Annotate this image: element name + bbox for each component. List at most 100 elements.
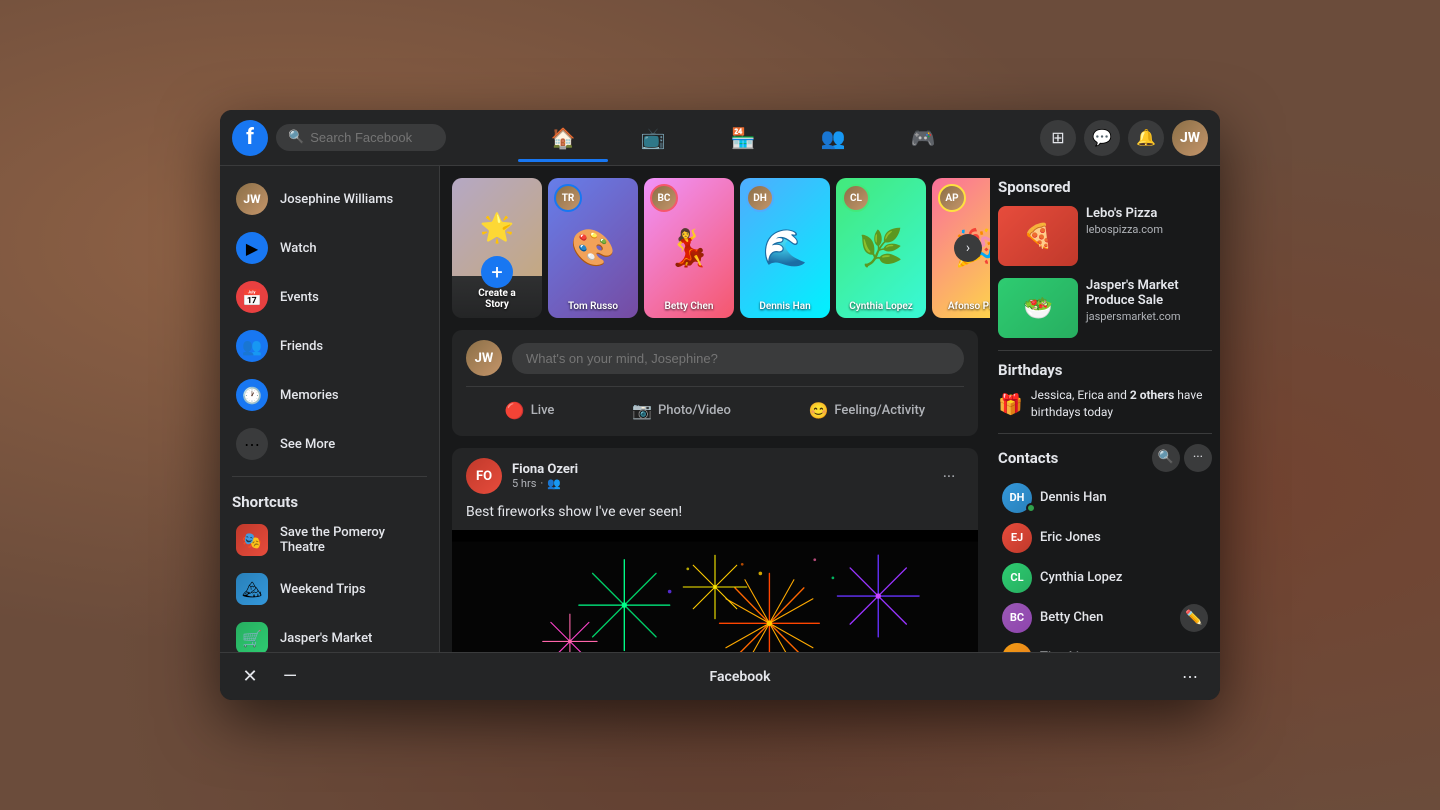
contact-eric-avatar: EJ xyxy=(1002,523,1032,553)
contact-cynthia-name: Cynthia Lopez xyxy=(1040,570,1122,585)
nav-watch[interactable]: 📺 xyxy=(608,114,698,162)
sidebar-friends-label: Friends xyxy=(280,339,323,354)
nav-gaming[interactable]: 🎮 xyxy=(878,114,968,162)
story-afonso-label: Afonso Pinto xyxy=(932,301,990,312)
contact-dennis[interactable]: DH Dennis Han xyxy=(998,478,1212,518)
search-input[interactable] xyxy=(310,130,434,145)
composer-divider xyxy=(466,386,964,387)
story-dennis[interactable]: 🌊 DH Dennis Han xyxy=(740,178,830,318)
theatre-img-placeholder: 🎭 xyxy=(236,524,268,556)
sponsored-title: Sponsored xyxy=(998,178,1212,196)
contact-betty-avatar: BC xyxy=(1002,603,1032,633)
sidebar-item-events[interactable]: 📅 Events xyxy=(224,273,435,321)
sidebar-item-see-more[interactable]: ⋯ See More xyxy=(224,420,435,468)
contact-eric[interactable]: EJ Eric Jones xyxy=(998,518,1212,558)
new-chat-button[interactable]: ✏️ xyxy=(1180,604,1208,632)
market-img-placeholder: 🥗 xyxy=(998,278,1078,338)
feeling-icon: 😊 xyxy=(808,401,828,420)
story-dennis-avatar: DH xyxy=(746,184,774,212)
post-dot: · xyxy=(540,477,543,490)
sidebar-item-friends[interactable]: 👥 Friends xyxy=(224,322,435,370)
story-cynthia[interactable]: 🌿 CL Cynthia Lopez xyxy=(836,178,926,318)
more-icon: ⋯ xyxy=(1182,667,1198,686)
sidebar-shortcut-theatre[interactable]: 🎭 Save the Pomeroy Theatre xyxy=(224,516,435,564)
stories-next-button[interactable]: › xyxy=(954,234,982,262)
theatre-image: 🎭 xyxy=(236,524,268,556)
theatre-label: Save the Pomeroy Theatre xyxy=(280,525,423,555)
grid-button[interactable]: ⊞ xyxy=(1040,120,1076,156)
story-betty-label: Betty Chen xyxy=(644,301,734,312)
notifications-button[interactable]: 🔔 xyxy=(1128,120,1164,156)
nav-marketplace[interactable]: 🏪 xyxy=(698,114,788,162)
contact-cynthia-avatar: CL xyxy=(1002,563,1032,593)
shortcuts-title: Shortcuts xyxy=(220,485,439,515)
sidebar-user-name: Josephine Williams xyxy=(280,192,393,207)
create-story-plus: + xyxy=(481,256,513,288)
bottom-close-button[interactable]: ✕ xyxy=(236,663,264,691)
right-panel: Sponsored 🍕 Lebo's Pizza lebospizza.com … xyxy=(990,166,1220,652)
right-divider-2 xyxy=(998,433,1212,434)
photo-icon: 📷 xyxy=(632,401,652,420)
contact-cynthia[interactable]: CL Cynthia Lopez xyxy=(998,558,1212,598)
post-author-avatar: FO xyxy=(466,458,502,494)
bottom-minimize-button[interactable]: — xyxy=(276,663,304,691)
ad-market-info: Jasper's Market Produce Sale jaspersmark… xyxy=(1086,278,1212,338)
sidebar-see-more-label: See More xyxy=(280,437,335,452)
ad-pizza[interactable]: 🍕 Lebo's Pizza lebospizza.com xyxy=(998,206,1212,266)
story-create[interactable]: 🌟 + Create aStory xyxy=(452,178,542,318)
sidebar-divider-1 xyxy=(232,476,427,477)
bottom-left: ✕ — xyxy=(236,663,304,691)
sidebar: JW Josephine Williams ▶ Watch 📅 Events 👥… xyxy=(220,166,440,652)
create-story-label: Create aStory xyxy=(452,288,542,310)
post-composer: JW 🔴 Live 📷 Photo/Video 😊 Feelin xyxy=(452,330,978,436)
sidebar-item-watch[interactable]: ▶ Watch xyxy=(224,224,435,272)
bottom-more-button[interactable]: ⋯ xyxy=(1176,663,1204,691)
header-right: ⊞ 💬 🔔 JW xyxy=(1040,120,1208,156)
contacts-actions: 🔍 ··· xyxy=(1152,444,1212,472)
story-betty[interactable]: 💃 BC Betty Chen xyxy=(644,178,734,318)
contact-tina-avatar: TL xyxy=(1002,643,1032,652)
live-icon: 🔴 xyxy=(505,401,525,420)
search-icon: 🔍 xyxy=(288,130,304,145)
post-more-button[interactable]: ··· xyxy=(934,461,964,491)
market-image: 🛒 xyxy=(236,622,268,652)
contacts-more-button[interactable]: ··· xyxy=(1184,444,1212,472)
ad-pizza-name: Lebo's Pizza xyxy=(1086,206,1163,221)
messenger-button[interactable]: 💬 xyxy=(1084,120,1120,156)
sidebar-item-user[interactable]: JW Josephine Williams xyxy=(224,175,435,223)
bottom-bar: ✕ — Facebook ⋯ xyxy=(220,652,1220,700)
contact-betty[interactable]: BC Betty Chen ✏️ xyxy=(998,598,1212,638)
main-content: JW Josephine Williams ▶ Watch 📅 Events 👥… xyxy=(220,166,1220,652)
story-cynthia-avatar: CL xyxy=(842,184,870,212)
sidebar-watch-label: Watch xyxy=(280,241,317,256)
sidebar-shortcut-market[interactable]: 🛒 Jasper's Market xyxy=(224,614,435,652)
story-tom-avatar: TR xyxy=(554,184,582,212)
user-avatar[interactable]: JW xyxy=(1172,120,1208,156)
right-divider-1 xyxy=(998,350,1212,351)
birthday-text: Jessica, Erica and 2 others have birthda… xyxy=(1031,387,1212,421)
post-time: 5 hrs xyxy=(512,477,536,490)
live-action[interactable]: 🔴 Live xyxy=(491,395,569,426)
contacts-search-button[interactable]: 🔍 xyxy=(1152,444,1180,472)
nav-home[interactable]: 🏠 xyxy=(518,114,608,162)
birthdays-title: Birthdays xyxy=(998,361,1212,379)
marketplace-icon: 🏪 xyxy=(731,126,756,150)
composer-input[interactable] xyxy=(512,343,964,374)
photo-action[interactable]: 📷 Photo/Video xyxy=(618,395,745,426)
contacts-section: Contacts 🔍 ··· DH Dennis Han EJ Eric Jon… xyxy=(998,444,1212,652)
story-tom[interactable]: 🎨 TR Tom Russo xyxy=(548,178,638,318)
post-author-name: Fiona Ozeri xyxy=(512,462,578,477)
facebook-window: f 🔍 🏠 📺 🏪 👥 🎮 ⊞ xyxy=(220,110,1220,700)
header-left: f 🔍 xyxy=(232,120,446,156)
ad-market[interactable]: 🥗 Jasper's Market Produce Sale jaspersma… xyxy=(998,278,1212,338)
groups-icon: 👥 xyxy=(821,126,846,150)
nav-groups[interactable]: 👥 xyxy=(788,114,878,162)
contacts-title: Contacts xyxy=(998,449,1058,467)
feeling-action[interactable]: 😊 Feeling/Activity xyxy=(794,395,939,426)
post-visibility-icon: 👥 xyxy=(547,477,561,490)
sidebar-shortcut-trips[interactable]: 🏔 Weekend Trips xyxy=(224,565,435,613)
contact-tina[interactable]: TL Tina Lim xyxy=(998,638,1212,652)
search-box[interactable]: 🔍 xyxy=(276,124,446,151)
facebook-logo[interactable]: f xyxy=(232,120,268,156)
sidebar-item-memories[interactable]: 🕐 Memories xyxy=(224,371,435,419)
